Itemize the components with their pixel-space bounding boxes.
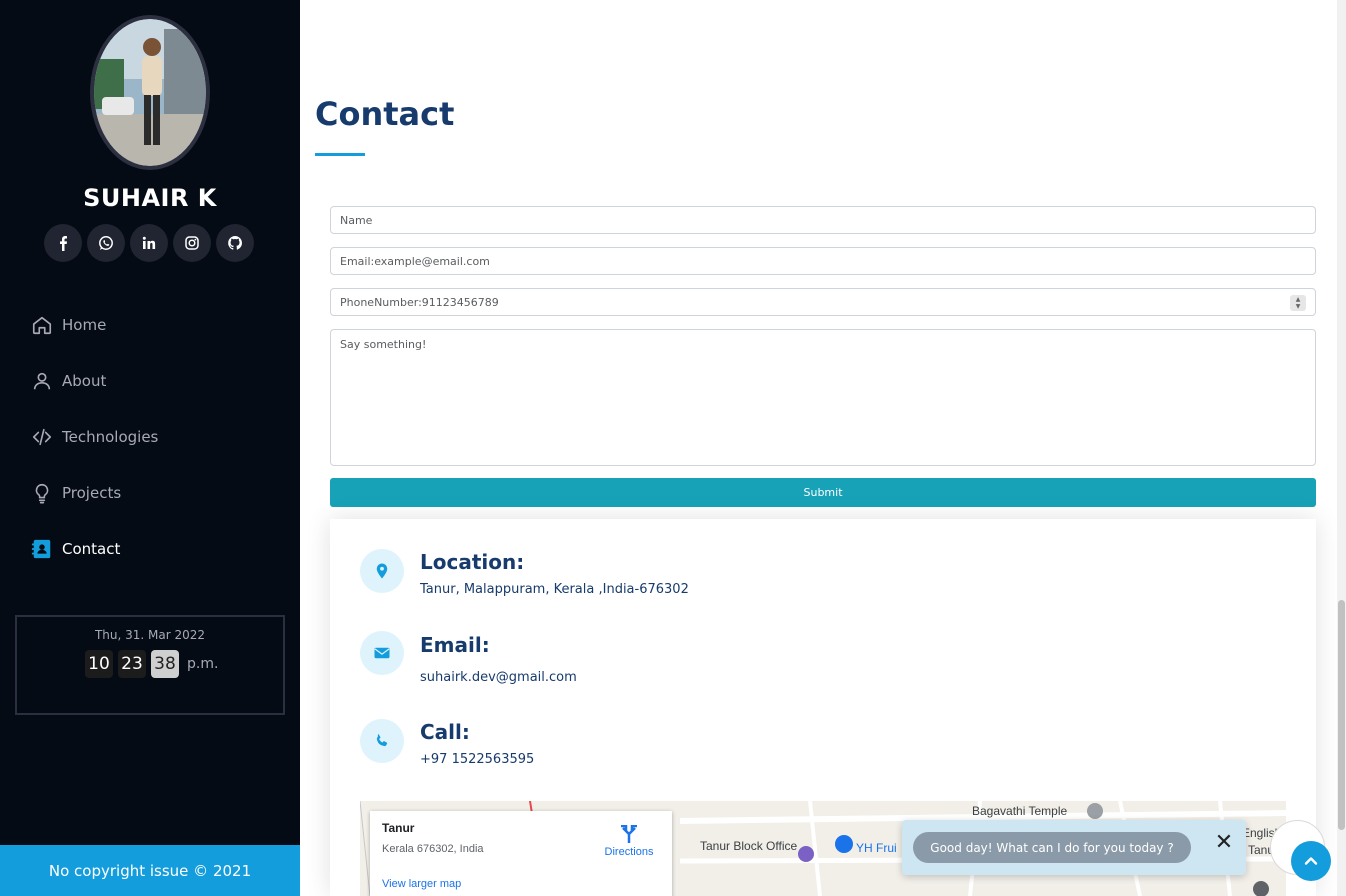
profile-name: SUHAIR K (83, 184, 217, 212)
user-icon (30, 369, 54, 393)
chevron-up-icon (1304, 857, 1318, 865)
phone-placeholder: PhoneNumber:91123456789 (340, 295, 499, 309)
map-label: YH Frui (856, 841, 897, 855)
email-placeholder: Email:example@email.com (340, 254, 490, 268)
name-placeholder: Name (340, 213, 373, 227)
map-address: Kerala 676302, India (382, 843, 484, 855)
clock-ampm: p.m. (187, 656, 219, 672)
map-info-card: Tanur Kerala 676302, India View larger m… (370, 811, 672, 896)
lightbulb-icon (30, 481, 54, 505)
submit-button[interactable]: Submit (330, 478, 1316, 507)
directions-icon (621, 824, 637, 843)
page-title: Contact (315, 95, 455, 133)
name-input[interactable]: Name (330, 206, 1316, 234)
map-place-name: Tanur (382, 821, 415, 835)
directions-button[interactable]: Directions (599, 824, 659, 858)
nav-item-label: Projects (62, 484, 122, 502)
nav-item-projects[interactable]: Projects (30, 465, 270, 521)
profile-avatar-frame (90, 15, 210, 170)
nav-menu: Home About Technologies Projects Contact (30, 297, 270, 577)
contact-card-icon (30, 537, 54, 561)
instagram-icon[interactable] (173, 224, 211, 262)
message-placeholder: Say something! (340, 338, 427, 351)
call-link[interactable]: +97 1522563595 (420, 752, 534, 767)
phone-icon (360, 719, 404, 763)
scrollbar-thumb[interactable] (1338, 600, 1345, 830)
email-heading: Email: (420, 633, 490, 657)
clock-seconds: 38 (151, 650, 179, 678)
footer-text: No copyright issue © 2021 (48, 861, 252, 880)
clock-hours: 10 (85, 650, 113, 678)
nav-item-about[interactable]: About (30, 353, 270, 409)
social-links (44, 224, 254, 262)
nav-item-label: Technologies (62, 428, 159, 446)
submit-label: Submit (803, 486, 843, 499)
chat-popup: Good day! What can I do for you today ? … (902, 820, 1246, 875)
call-heading: Call: (420, 720, 470, 744)
linkedin-icon[interactable] (130, 224, 168, 262)
message-textarea[interactable]: Say something! (330, 329, 1316, 466)
clock-widget: Thu, 31. Mar 2022 10 23 38 p.m. (15, 615, 285, 715)
home-icon (30, 313, 54, 337)
location-text: Tanur, Malappuram, Kerala ,India-676302 (420, 582, 689, 597)
whatsapp-icon[interactable] (87, 224, 125, 262)
nav-item-label: Home (62, 316, 107, 334)
facebook-icon[interactable] (44, 224, 82, 262)
code-icon (30, 425, 54, 449)
view-larger-map-link[interactable]: View larger map (382, 878, 461, 890)
clock-time: 10 23 38 p.m. (85, 650, 218, 678)
chat-message[interactable]: Good day! What can I do for you today ? (913, 832, 1191, 863)
avatar (94, 19, 206, 166)
sidebar: SUHAIR K Home About Technologies Project… (0, 0, 300, 896)
clock-date: Thu, 31. Mar 2022 (94, 628, 206, 642)
map-label: Tanur Block Office (700, 839, 798, 853)
number-spinner[interactable]: ▲ ▼ (1290, 295, 1306, 311)
email-link[interactable]: suhairk.dev@gmail.com (420, 670, 577, 685)
nav-item-home[interactable]: Home (30, 297, 270, 353)
location-heading: Location: (420, 550, 525, 574)
phone-input[interactable]: PhoneNumber:91123456789 ▲ ▼ (330, 288, 1316, 316)
clock-minutes: 23 (118, 650, 146, 678)
nav-item-label: Contact (62, 540, 121, 558)
nav-item-contact[interactable]: Contact (30, 521, 270, 577)
directions-label: Directions (604, 846, 654, 858)
title-underline (315, 153, 365, 156)
map-pin-icon (360, 549, 404, 593)
close-icon[interactable]: ✕ (1214, 831, 1234, 853)
footer: No copyright issue © 2021 (0, 845, 300, 896)
map-label: Bagavathi Temple (972, 804, 1068, 818)
nav-item-technologies[interactable]: Technologies (30, 409, 270, 465)
envelope-icon (360, 631, 404, 675)
email-input[interactable]: Email:example@email.com (330, 247, 1316, 275)
github-icon[interactable] (216, 224, 254, 262)
nav-item-label: About (62, 372, 107, 390)
back-to-top-button[interactable] (1291, 841, 1331, 881)
